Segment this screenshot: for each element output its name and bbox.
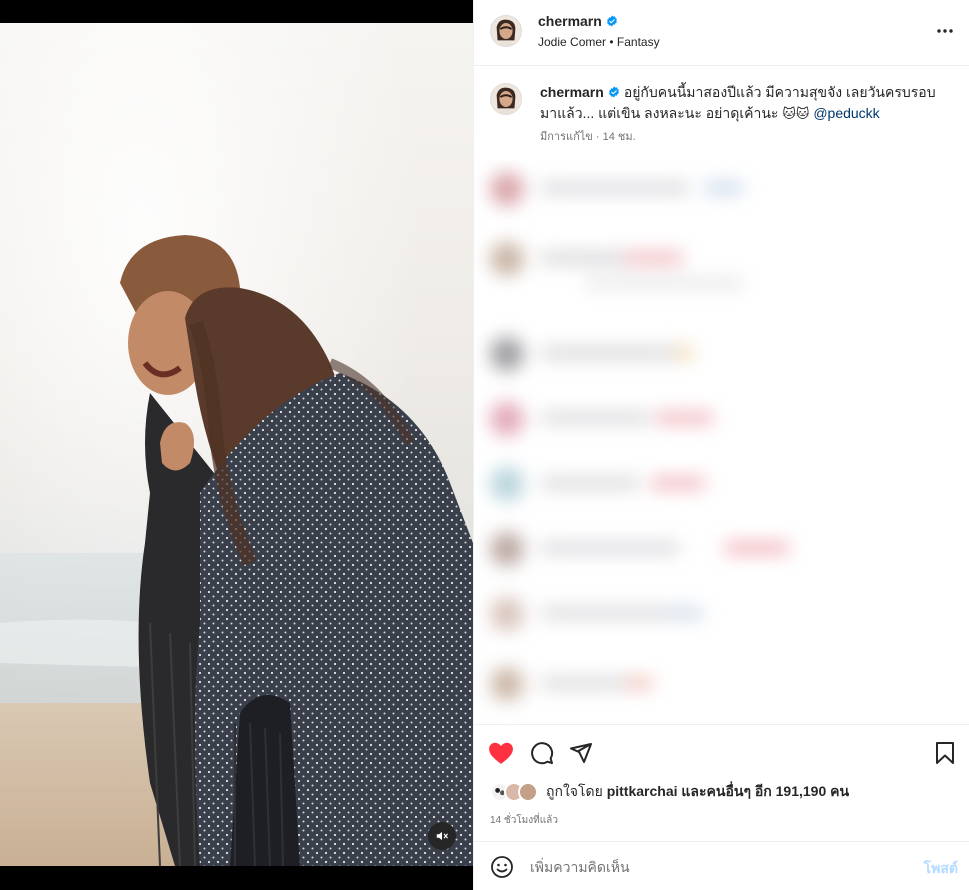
blurred-text xyxy=(540,182,690,194)
speaker-muted-icon xyxy=(436,831,448,841)
avatar-image xyxy=(491,84,521,114)
blurred-text xyxy=(540,477,640,489)
caption-text-block: chermarn อยู่กับคนนี้มาสองปีแล้ว มีความส… xyxy=(540,82,950,124)
avatar xyxy=(490,532,524,566)
photo-illustration xyxy=(0,23,473,866)
blurred-text xyxy=(654,412,714,424)
comment-button[interactable] xyxy=(529,740,555,766)
likes-others-link[interactable]: คนอื่นๆ อีก 191,190 คน xyxy=(707,783,850,799)
avatar xyxy=(490,467,524,501)
list-item xyxy=(474,160,969,220)
list-item xyxy=(474,230,969,290)
blurred-text xyxy=(664,607,704,619)
likes-summary: ถูกใจโดย pittkarchai และคนอื่นๆ อีก 191,… xyxy=(490,781,849,803)
avatar xyxy=(490,242,524,276)
post-comment-button[interactable]: โพสต์ xyxy=(924,858,958,880)
username-text[interactable]: chermarn xyxy=(538,13,602,29)
blurred-text xyxy=(704,182,744,194)
list-item xyxy=(474,390,969,450)
caption-emojis: 🐱🐱 xyxy=(782,106,810,121)
post-actions: ถูกใจโดย pittkarchai และคนอื่นๆ อีก 191,… xyxy=(474,724,969,842)
share-button[interactable] xyxy=(568,740,594,766)
post-detail-panel: chermarn Jodie Comer • Fantasy chermarn … xyxy=(473,0,969,890)
post-timestamp[interactable]: 14 ชั่วโมงที่แล้ว xyxy=(490,813,558,828)
likes-middle: และ xyxy=(681,783,707,799)
avatar[interactable] xyxy=(490,83,522,115)
emoji-picker-button[interactable] xyxy=(490,855,514,879)
more-options-icon xyxy=(937,29,953,33)
list-item xyxy=(474,585,969,645)
audio-attribution[interactable]: Jodie Comer • Fantasy xyxy=(538,35,660,49)
blurred-text xyxy=(584,278,744,288)
list-item xyxy=(474,325,969,385)
emoji-icon xyxy=(491,856,513,878)
avatar xyxy=(490,172,524,206)
like-button[interactable] xyxy=(488,740,514,766)
blurred-text xyxy=(624,677,654,689)
avatar xyxy=(490,337,524,371)
likes-text: ถูกใจโดย pittkarchai และคนอื่นๆ อีก 191,… xyxy=(546,781,849,803)
list-item xyxy=(474,455,969,515)
avatar xyxy=(490,597,524,631)
caption-username[interactable]: chermarn xyxy=(540,84,604,100)
share-icon xyxy=(570,743,592,763)
list-item xyxy=(474,655,969,715)
more-options-button[interactable] xyxy=(936,22,954,40)
avatar xyxy=(518,782,538,802)
list-item xyxy=(474,520,969,580)
bookmark-icon xyxy=(936,742,954,764)
blurred-text xyxy=(540,412,650,424)
mute-button[interactable] xyxy=(428,822,456,850)
verified-badge-icon xyxy=(606,15,617,27)
avatar[interactable] xyxy=(490,15,522,47)
post-photo[interactable] xyxy=(0,23,473,866)
comment-input[interactable] xyxy=(530,856,890,878)
post-username[interactable]: chermarn xyxy=(538,13,618,29)
save-button[interactable] xyxy=(932,740,958,766)
avatar-image xyxy=(491,16,521,46)
blurred-text xyxy=(650,477,706,489)
caption-meta: มีการแก้ไข · 14 ชม. xyxy=(540,131,636,143)
add-comment-bar: โพสต์ xyxy=(474,843,969,890)
blurred-text xyxy=(540,542,680,554)
avatar xyxy=(490,402,524,436)
blurred-text xyxy=(674,347,694,359)
blurred-text xyxy=(724,542,790,554)
caption-mention-link[interactable]: @peduckk xyxy=(813,105,879,121)
comments-list[interactable] xyxy=(474,160,969,724)
heart-filled-icon xyxy=(489,742,513,764)
comments-blurred-content xyxy=(474,160,969,724)
blurred-text xyxy=(624,252,684,264)
liker-avatars xyxy=(490,781,544,803)
avatar xyxy=(490,667,524,701)
liked-by-username[interactable]: pittkarchai xyxy=(607,783,678,799)
blurred-text xyxy=(540,677,630,689)
blurred-text xyxy=(540,347,680,359)
verified-badge-icon xyxy=(608,86,619,98)
post-header: chermarn Jodie Comer • Fantasy xyxy=(474,0,969,66)
likes-prefix: ถูกใจโดย xyxy=(546,783,603,799)
post-media[interactable] xyxy=(0,0,473,890)
comment-icon xyxy=(531,742,554,765)
post-caption: chermarn อยู่กับคนนี้มาสองปีแล้ว มีความส… xyxy=(474,66,969,160)
